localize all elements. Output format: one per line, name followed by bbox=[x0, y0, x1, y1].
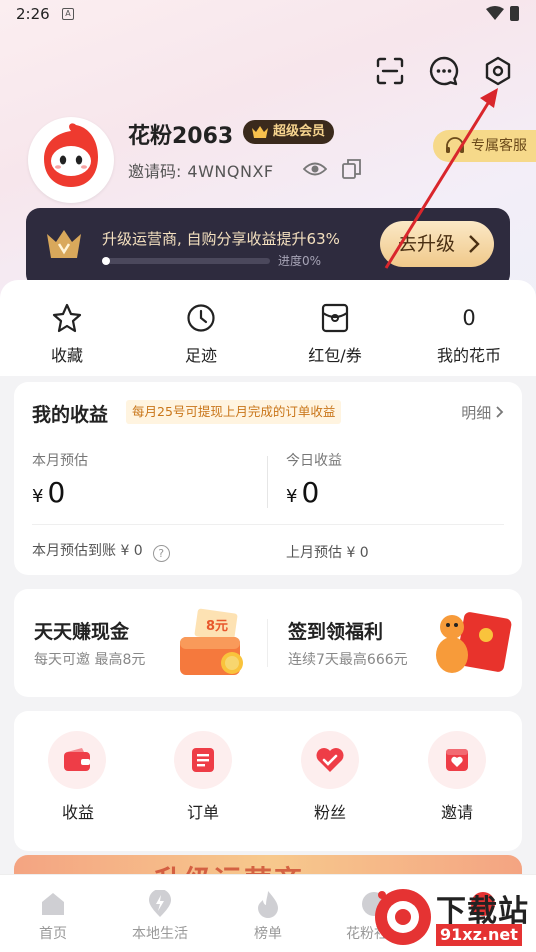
quick-link-label: 收藏 bbox=[50, 346, 83, 365]
upgrade-progress-fill bbox=[102, 257, 110, 265]
vip-badge: 超级会员 bbox=[243, 120, 335, 144]
wifi-icon bbox=[486, 6, 504, 20]
invite-icon bbox=[446, 749, 468, 771]
local-life-icon bbox=[149, 890, 171, 917]
month-estimate-value: ¥0 bbox=[32, 476, 65, 509]
tab-ranking[interactable]: 榜单 bbox=[228, 889, 308, 943]
tool-income-label: 收益 bbox=[61, 803, 94, 822]
tool-orders[interactable] bbox=[174, 731, 232, 789]
month-value: 0 bbox=[47, 476, 66, 509]
daily-cash-title[interactable]: 天天赚现金 bbox=[34, 617, 129, 644]
tab-label: 首页 bbox=[39, 926, 67, 942]
divider bbox=[267, 456, 268, 508]
quick-link-coupons[interactable]: 红包/券 bbox=[285, 302, 385, 366]
invite-label: 邀请码: bbox=[128, 162, 182, 181]
tab-label: 榜单 bbox=[254, 926, 282, 942]
chevron-right-icon bbox=[496, 406, 504, 418]
user-name: 花粉2063 bbox=[128, 124, 234, 149]
month-arrival-text: 本月预估到账 ¥ 0 bbox=[32, 543, 143, 559]
tab-home[interactable]: 首页 bbox=[13, 889, 93, 943]
income-card: 我的收益 每月25号可提现上月完成的订单收益 明细 本月预估 ¥0 今日收益 ¥… bbox=[14, 382, 522, 575]
coupon-icon bbox=[321, 303, 349, 333]
watermark-logo-icon bbox=[375, 889, 431, 945]
tool-invite[interactable] bbox=[428, 731, 486, 789]
quick-link-coins[interactable]: 0 我的花币 bbox=[419, 302, 519, 366]
star-icon bbox=[52, 303, 82, 333]
last-month-estimate: 上月预估 ¥ 0 bbox=[286, 545, 369, 561]
currency-symbol: ¥ bbox=[32, 486, 44, 507]
copy-icon[interactable] bbox=[342, 158, 362, 180]
fans-heart-icon bbox=[316, 748, 344, 772]
upgrade-card: 升级运营商, 自购分享收益提升63% 进度0% 去升级 bbox=[26, 208, 510, 288]
upgrade-progress-bar bbox=[102, 257, 270, 265]
watermark: 下载站 91xz.net bbox=[372, 884, 536, 952]
vip-badge-label: 超级会员 bbox=[273, 124, 326, 139]
income-title: 我的收益 bbox=[32, 404, 109, 426]
quick-links: 收藏 足迹 红包/券 0 我的花币 bbox=[0, 280, 536, 376]
invite-code: 4WNQNXF bbox=[187, 162, 274, 181]
daily-cash-sub: 每天可邀 最高8元 bbox=[34, 652, 146, 668]
headset-icon bbox=[446, 137, 464, 153]
detail-label: 明细 bbox=[461, 404, 492, 422]
today-income-label: 今日收益 bbox=[286, 453, 342, 469]
status-bar: 2:26 A bbox=[0, 0, 536, 28]
today-income-value: ¥0 bbox=[286, 476, 319, 509]
cash-gift-icon[interactable]: 8元 bbox=[174, 607, 254, 679]
customer-service-button[interactable]: 专属客服 bbox=[433, 130, 536, 162]
checkin-sub: 连续7天最高666元 bbox=[288, 652, 408, 668]
income-note: 每月25号可提现上月完成的订单收益 bbox=[126, 400, 342, 424]
tab-local-life[interactable]: 本地生活 bbox=[120, 889, 200, 943]
cash-art-text: 8元 bbox=[206, 619, 228, 634]
coins-value: 0 bbox=[462, 306, 476, 330]
ranking-icon bbox=[258, 891, 278, 918]
settings-icon[interactable] bbox=[482, 55, 514, 87]
upgrade-text: 升级运营商, 自购分享收益提升63% bbox=[102, 230, 340, 248]
gold-crown-icon bbox=[47, 230, 81, 258]
crown-icon bbox=[252, 126, 268, 138]
promo-card: 天天赚现金 每天可邀 最高8元 8元 签到领福利 连续7天最高666元 bbox=[14, 589, 522, 697]
divider bbox=[32, 524, 504, 525]
message-icon[interactable] bbox=[428, 55, 460, 87]
tool-invite-label: 邀请 bbox=[440, 803, 473, 822]
mascot-avatar-icon bbox=[44, 123, 98, 187]
currency-symbol: ¥ bbox=[286, 486, 298, 507]
status-time: 2:26 bbox=[16, 5, 50, 23]
upgrade-progress-label: 进度0% bbox=[278, 254, 322, 268]
watermark-domain: 91xz.net bbox=[436, 924, 522, 946]
tools-card: 收益 订单 粉丝 邀请 bbox=[14, 711, 522, 851]
today-value: 0 bbox=[301, 476, 320, 509]
help-icon[interactable]: ? bbox=[152, 545, 170, 562]
quick-link-label: 红包/券 bbox=[308, 346, 362, 365]
tab-label: 本地生活 bbox=[132, 926, 188, 942]
tool-fans-label: 粉丝 bbox=[313, 803, 346, 822]
divider bbox=[267, 619, 268, 667]
quick-link-label: 我的花币 bbox=[436, 346, 501, 365]
quick-link-label: 足迹 bbox=[184, 346, 217, 365]
chevron-right-icon bbox=[469, 235, 480, 253]
upgrade-button-label: 去升级 bbox=[398, 233, 456, 255]
eye-icon[interactable] bbox=[303, 158, 327, 180]
clock-icon bbox=[187, 304, 215, 332]
home-icon bbox=[42, 893, 64, 915]
checkin-title[interactable]: 签到领福利 bbox=[288, 617, 383, 644]
battery-icon bbox=[510, 6, 519, 21]
order-icon bbox=[192, 748, 214, 772]
income-detail-link[interactable]: 明细 bbox=[461, 402, 504, 423]
tool-income[interactable] bbox=[48, 731, 106, 789]
upgrade-button[interactable]: 去升级 bbox=[380, 221, 494, 267]
tool-fans[interactable] bbox=[301, 731, 359, 789]
quick-link-history[interactable]: 足迹 bbox=[151, 302, 251, 366]
wallet-icon bbox=[64, 748, 90, 771]
status-indicator: A bbox=[62, 8, 74, 20]
service-label: 专属客服 bbox=[471, 138, 527, 154]
quick-link-favorites[interactable]: 收藏 bbox=[17, 302, 117, 366]
month-arrival: 本月预估到账 ¥ 0? bbox=[32, 540, 170, 562]
month-estimate-label: 本月预估 bbox=[32, 453, 88, 469]
invite-code-row: 邀请码: 4WNQNXF bbox=[128, 158, 274, 182]
red-envelope-icon[interactable] bbox=[426, 605, 514, 681]
scan-icon[interactable] bbox=[374, 55, 406, 87]
tool-orders-label: 订单 bbox=[186, 803, 219, 822]
avatar[interactable] bbox=[28, 117, 114, 203]
